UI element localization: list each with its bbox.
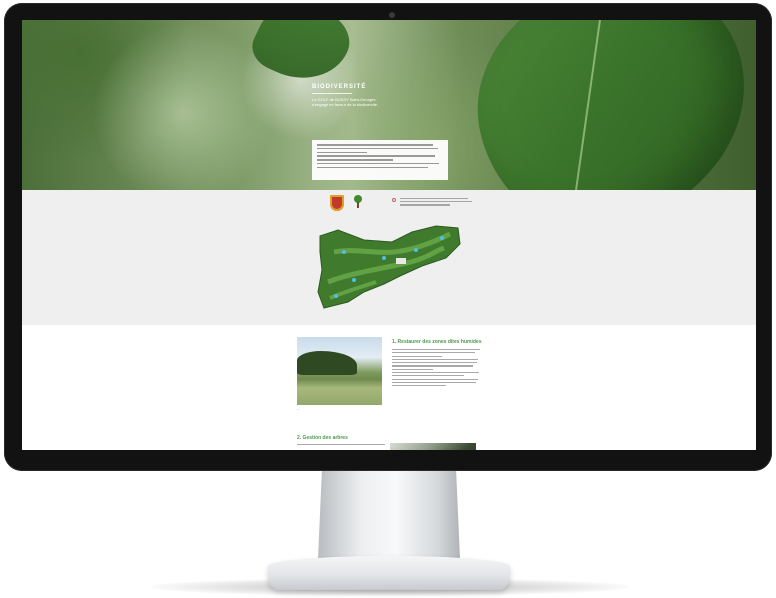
content-section: — 1. Restaurer des zones dites humides 2… bbox=[22, 325, 756, 450]
text-line bbox=[317, 144, 433, 146]
section-paragraph bbox=[392, 349, 482, 388]
text-line bbox=[392, 352, 475, 354]
text-line bbox=[392, 375, 464, 377]
water-marker bbox=[440, 236, 444, 240]
section-title: 1. Restaurer des zones dites humides bbox=[392, 339, 482, 345]
tree-logo-trunk bbox=[357, 202, 359, 208]
text-line bbox=[317, 147, 438, 150]
water-marker bbox=[352, 278, 356, 282]
hero-title-divider bbox=[312, 93, 352, 94]
photo-caption: — bbox=[297, 408, 300, 411]
text-line bbox=[317, 151, 368, 154]
text-line bbox=[392, 358, 479, 361]
text-line bbox=[317, 162, 440, 165]
water-marker bbox=[334, 294, 338, 298]
hero-banner: BIODIVERSITÉ Le GOLF de BUSSY Saint-Geor… bbox=[22, 20, 756, 190]
hero-intro-box bbox=[312, 140, 448, 180]
text-line bbox=[392, 381, 476, 383]
info-icon bbox=[392, 198, 396, 202]
hero-subtitle: Le GOLF de BUSSY Saint-Georges s'engage … bbox=[312, 97, 378, 107]
text-line bbox=[392, 385, 446, 387]
hero-title: BIODIVERSITÉ bbox=[312, 84, 367, 90]
water-marker bbox=[342, 250, 346, 254]
text-line bbox=[392, 362, 477, 364]
golf-club-logo-icon bbox=[330, 195, 344, 211]
monitor-screen[interactable]: BIODIVERSITÉ Le GOLF de BUSSY Saint-Geor… bbox=[22, 20, 756, 450]
water-marker bbox=[414, 248, 418, 252]
text-line bbox=[392, 371, 480, 374]
camera-icon bbox=[389, 12, 395, 18]
section-paragraph bbox=[297, 444, 387, 447]
golf-course-map[interactable] bbox=[314, 222, 464, 312]
section-title: 2. Gestion des arbres bbox=[297, 435, 348, 441]
info-text bbox=[400, 198, 472, 208]
text-line bbox=[392, 349, 481, 351]
trees-photo bbox=[390, 443, 476, 450]
text-line bbox=[392, 368, 433, 370]
text-line bbox=[400, 201, 472, 203]
water-marker bbox=[382, 256, 386, 260]
hero-subtitle-line: s'engage en faveur de la biodiversité. bbox=[312, 102, 379, 107]
photo-trees bbox=[297, 351, 357, 375]
text-line bbox=[400, 204, 451, 206]
text-line bbox=[317, 166, 428, 169]
clubhouse-marker bbox=[396, 258, 406, 264]
course-map-section bbox=[22, 190, 756, 325]
leaf-image bbox=[454, 20, 756, 190]
text-line bbox=[392, 355, 442, 357]
text-line bbox=[392, 378, 478, 380]
text-line bbox=[392, 365, 473, 367]
text-line bbox=[297, 444, 386, 446]
wetland-photo bbox=[297, 337, 382, 405]
text-line bbox=[317, 155, 436, 157]
text-line bbox=[317, 159, 393, 161]
monitor-stand-base bbox=[268, 556, 510, 590]
text-line bbox=[400, 198, 469, 200]
